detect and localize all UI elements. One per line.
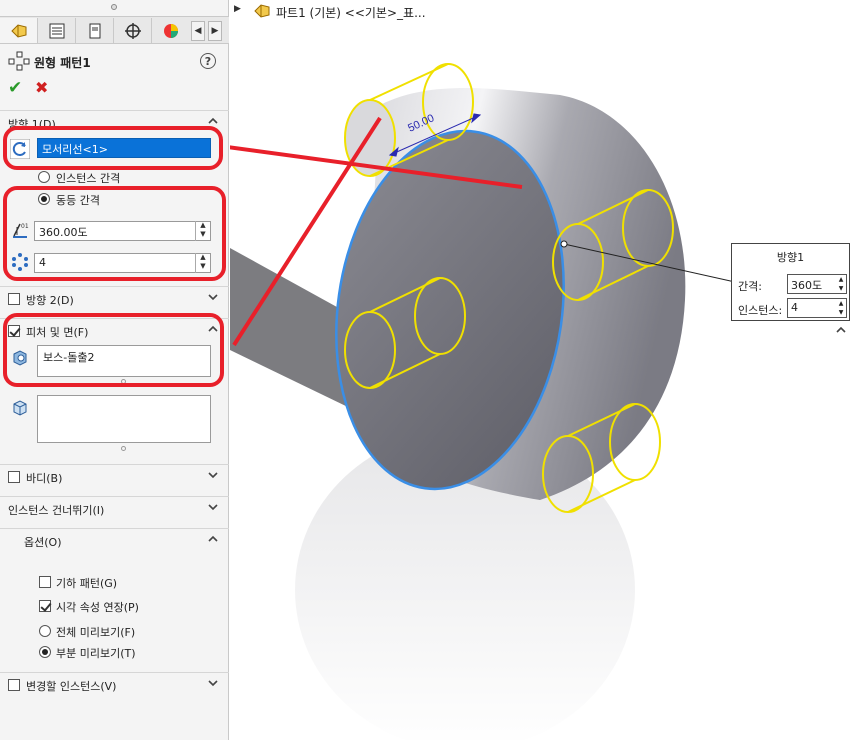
geometry-pattern-checkbox[interactable]: [39, 576, 51, 588]
geometry-pattern-label: 기하 패턴(G): [56, 577, 118, 590]
tab-scroll-left[interactable]: ◀: [191, 21, 205, 41]
pattern-axis-field[interactable]: 모서리선<1>: [37, 138, 211, 158]
feature-select-icon: [13, 350, 27, 366]
instance-count-spinner[interactable]: ▲ ▼: [195, 253, 210, 273]
model-view: 50.00: [230, 63, 736, 740]
panel-splitter[interactable]: [0, 0, 229, 14]
callout-spacing-label: 간격:: [738, 280, 762, 293]
rotate-axis-icon: [10, 139, 30, 159]
partial-preview-label: 부분 미리보기(T): [56, 647, 136, 660]
group-direction2[interactable]: 방향 2(D): [0, 286, 229, 310]
callout-instances-spinner[interactable]: ▲ ▼: [835, 299, 847, 317]
features-list-item[interactable]: 보스-돌출2: [43, 349, 205, 365]
face-select-icon: [13, 400, 27, 416]
pm-title: 원형 패턴1: [34, 56, 91, 70]
features-checkbox[interactable]: [8, 325, 20, 337]
property-list-icon: [49, 23, 64, 38]
angle-value: 360.00도: [39, 226, 88, 239]
angle-spinner[interactable]: ▲ ▼: [195, 221, 210, 241]
graphics-area[interactable]: ▶ 파트1 (기본) <<기본>_표... 50.00 방향1 간격: 360도…: [230, 0, 860, 740]
group-direction1-label: 방향 1(D): [8, 118, 56, 131]
angle-icon: 01: [13, 223, 29, 238]
group-bodies-label: 바디(B): [26, 472, 63, 485]
instance-count-icon: [12, 253, 28, 271]
bodies-checkbox[interactable]: [8, 471, 20, 483]
spacing-equal-label: 동등 간격: [56, 194, 100, 207]
instance-count-input[interactable]: 4: [34, 253, 211, 273]
group-skip-instances[interactable]: 인스턴스 건너뛰기(I): [0, 496, 229, 520]
full-preview-radio[interactable]: [39, 625, 51, 637]
pm-header: 원형 패턴1: [0, 48, 229, 74]
chevron-up-icon[interactable]: [207, 115, 219, 127]
group-direction1[interactable]: 방향 1(D): [0, 110, 229, 134]
propagate-visual-checkbox[interactable]: [39, 600, 51, 612]
chevron-up-icon[interactable]: [207, 533, 219, 545]
group-options-label: 옵션(O): [24, 536, 62, 549]
callout-instances-label: 인스턴스:: [738, 304, 783, 317]
group-features[interactable]: 피처 및 면(F): [0, 318, 229, 342]
group-skip-label: 인스턴스 건너뛰기(I): [8, 504, 105, 517]
spacing-instance-label: 인스턴스 간격: [56, 172, 121, 185]
svg-text:01: 01: [21, 223, 29, 230]
direction-callout: 방향1 간격: 360도 ▲ ▼ 인스턴스: 4 ▲ ▼: [731, 243, 850, 321]
cancel-button[interactable]: ✖: [35, 80, 51, 96]
help-button[interactable]: ?: [200, 53, 216, 69]
angle-input[interactable]: 360.00도: [34, 221, 211, 241]
group-direction2-label: 방향 2(D): [26, 294, 74, 307]
property-manager: ◀ ▶ 원형 패턴1 ? ✔ ✖ 방향 1(D) 모서리선<1> 인스턴스 간격…: [0, 0, 229, 740]
tab-dimxpert[interactable]: [114, 18, 152, 43]
spacing-instance-radio[interactable]: [38, 171, 50, 183]
spacing-equal-radio[interactable]: [38, 193, 50, 205]
tab-property-manager[interactable]: [38, 18, 76, 43]
group-bodies[interactable]: 바디(B): [0, 464, 229, 488]
callout-spacing-spinner[interactable]: ▲ ▼: [835, 275, 847, 293]
tab-configuration-manager[interactable]: [76, 18, 114, 43]
ok-button[interactable]: ✔: [8, 80, 24, 97]
list-resize-handle[interactable]: [121, 446, 126, 451]
group-features-label: 피처 및 면(F): [26, 326, 89, 339]
group-vary-label: 변경할 인스턴스(V): [26, 680, 117, 693]
group-vary-instances[interactable]: 변경할 인스턴스(V): [0, 672, 229, 696]
direction2-checkbox[interactable]: [8, 293, 20, 305]
propagate-visual-label: 시각 속성 연장(P): [56, 601, 139, 614]
color-wheel-icon: [164, 23, 178, 38]
group-options[interactable]: 옵션(O): [0, 528, 229, 552]
feature-tree-icon: [10, 23, 26, 38]
tab-scroll-right[interactable]: ▶: [208, 21, 222, 41]
callout-spacing-value: 360도: [791, 279, 823, 292]
tab-feature-manager[interactable]: [0, 18, 38, 43]
configuration-icon: [89, 23, 100, 38]
circular-pattern-icon: [8, 51, 30, 71]
instance-count-value: 4: [39, 256, 46, 269]
features-list[interactable]: 보스-돌출2: [37, 345, 211, 377]
partial-preview-radio[interactable]: [39, 646, 51, 658]
chevron-down-icon[interactable]: [207, 291, 219, 303]
list-resize-handle[interactable]: [121, 379, 126, 384]
chevron-down-icon[interactable]: [207, 677, 219, 689]
manager-tabs: ◀ ▶: [0, 16, 229, 44]
chevron-up-icon[interactable]: [835, 324, 847, 336]
chevron-down-icon[interactable]: [207, 469, 219, 481]
callout-title: 방향1: [776, 251, 805, 264]
vary-checkbox[interactable]: [8, 679, 20, 691]
leader-anchor: [560, 240, 568, 248]
crosshair-icon: [124, 22, 141, 39]
tab-display-manager[interactable]: [152, 18, 190, 43]
chevron-up-icon[interactable]: [207, 323, 219, 335]
faces-list[interactable]: [37, 395, 211, 443]
full-preview-label: 전체 미리보기(F): [56, 626, 136, 639]
callout-instances-value: 4: [791, 301, 798, 314]
chevron-down-icon[interactable]: [207, 501, 219, 513]
